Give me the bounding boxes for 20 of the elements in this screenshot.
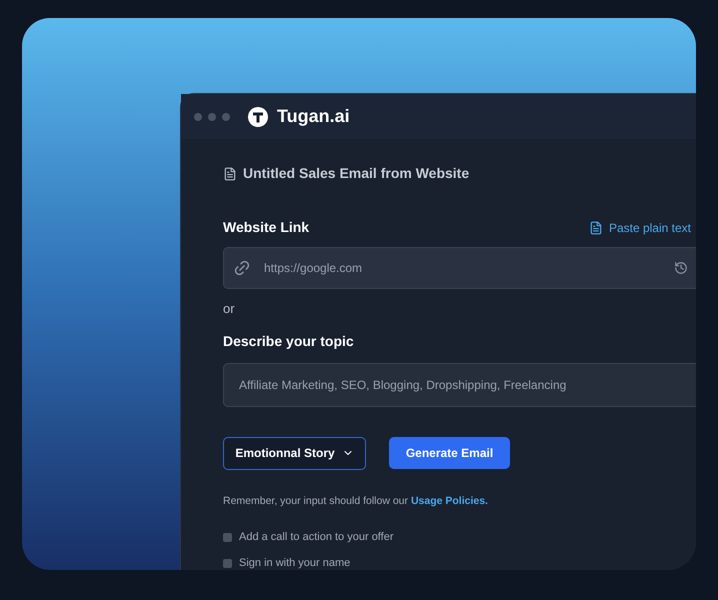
- generate-button[interactable]: Generate Email: [389, 437, 510, 469]
- url-field[interactable]: https://google.com: [223, 247, 696, 289]
- checkbox[interactable]: [223, 558, 232, 568]
- field-label: Describe your topic: [223, 332, 355, 351]
- document-title: Untitled Sales Email from Website: [243, 164, 470, 183]
- checkbox-label: Add a call to action to your offer: [239, 530, 394, 546]
- story-dropdown[interactable]: Emotionnal Story: [223, 436, 366, 470]
- history-icon: [674, 261, 688, 275]
- document-icon: [588, 220, 603, 234]
- field-label: Website Link: [223, 218, 310, 237]
- window-title: Tugan.ai: [277, 105, 350, 128]
- document-icon: [223, 166, 237, 180]
- topic-field[interactable]: Affiliate Marketing, SEO, Blogging, Dropshipping, Freelancing: [223, 362, 696, 406]
- policy-notice: Remember, your input should follow our Usage Policies.: [223, 494, 489, 508]
- checkbox-label: Sign in with your name: [239, 556, 350, 570]
- logo-icon: [248, 106, 268, 126]
- separator-text: or: [223, 300, 236, 318]
- checkbox[interactable]: [223, 533, 232, 542]
- paste-link[interactable]: Paste plain text: [588, 218, 691, 236]
- usage-policies-link[interactable]: Usage Policies.: [410, 494, 488, 506]
